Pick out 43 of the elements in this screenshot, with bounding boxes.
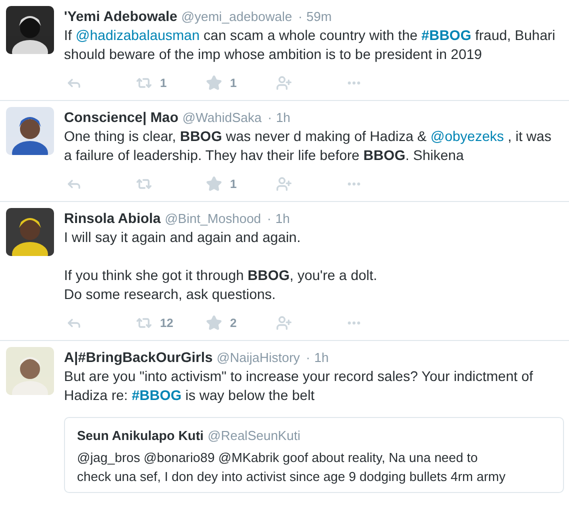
tweet-text: If you think she got it through BBOG, you're a dolt. Do some research, ask questions.: [64, 266, 378, 304]
author-handle[interactable]: @RealSeunKuti: [208, 426, 300, 446]
action-count: 1: [230, 176, 237, 193]
action-count: 1: [230, 75, 237, 92]
retweet-icon[interactable]: [136, 176, 152, 192]
mention-link[interactable]: @hadizabalausman: [76, 27, 200, 43]
action-count: 1: [160, 75, 167, 92]
star-icon[interactable]: [206, 176, 222, 192]
author-name[interactable]: Seun Anikulapo Kuti: [77, 426, 204, 446]
author-name[interactable]: Conscience| Mao: [64, 107, 178, 128]
tweet-text: I will say it again and again and again.: [64, 228, 302, 247]
retweet-icon[interactable]: [136, 315, 152, 331]
separator-dot: ·: [306, 349, 310, 367]
action-count: 12: [160, 315, 174, 332]
timestamp[interactable]: 59m: [306, 7, 332, 26]
timestamp[interactable]: 1h: [314, 348, 329, 368]
author-name[interactable]: 'Yemi Adebowale: [64, 6, 178, 27]
tweet-text: But are you "into activism" to increase your record sales? Your indictment of Hadiza re: #BBOG is way below the belt: [64, 367, 534, 405]
author-handle[interactable]: @WahidSaka: [182, 108, 262, 128]
follow-icon[interactable]: [276, 75, 292, 91]
separator-dot: ·: [268, 109, 272, 127]
retweet-icon[interactable]: [136, 75, 152, 91]
separator-dot: ·: [267, 210, 272, 228]
author-handle[interactable]: @Bint_Moshood: [164, 209, 262, 228]
quoted-tweet[interactable]: Seun Anikulapo Kuti @RealSeunKuti @jag_bros @bonario89 @MKabrik goof about reality, Na una need to check una sef, I don dey into activist since age 9 dodging bullets 4rm army: [64, 417, 564, 492]
separator-dot: ·: [298, 8, 302, 26]
follow-icon[interactable]: [276, 315, 292, 331]
tweet-text: If @hadizabalausman can scam a whole country with the #BBOG fraud, Buhari should beware of the imp whose ambition is to be president in 2019: [64, 26, 556, 64]
tweet-text: One thing is clear, BBOG was never d making of Hadiza & @obyezeks , it was a failure of leadership. They hav their life before BBOG. Shikena: [64, 127, 552, 165]
author-handle[interactable]: @NaijaHistory: [216, 348, 300, 368]
follow-icon[interactable]: [276, 176, 292, 192]
action-count: 2: [230, 315, 237, 332]
quoted-text: @jag_bros @bonario89 @MKabrik goof about reality, Na una need to check una sef, I don dey into activist since age 9 dodging bullets 4rm army: [77, 448, 507, 486]
mention-link[interactable]: @obyezeks: [430, 128, 504, 144]
star-icon[interactable]: [206, 315, 222, 331]
timestamp[interactable]: 1h: [276, 108, 290, 128]
star-icon[interactable]: [206, 75, 222, 91]
timestamp[interactable]: 1h: [275, 209, 290, 228]
author-handle[interactable]: @yemi_adebowale: [181, 7, 292, 26]
author-name[interactable]: A|#BringBackOurGirls: [64, 347, 213, 368]
hashtag-link[interactable]: #BBOG: [421, 27, 472, 43]
author-name[interactable]: Rinsola Abiola: [64, 208, 161, 229]
hashtag-link[interactable]: #BBOG: [132, 387, 182, 403]
